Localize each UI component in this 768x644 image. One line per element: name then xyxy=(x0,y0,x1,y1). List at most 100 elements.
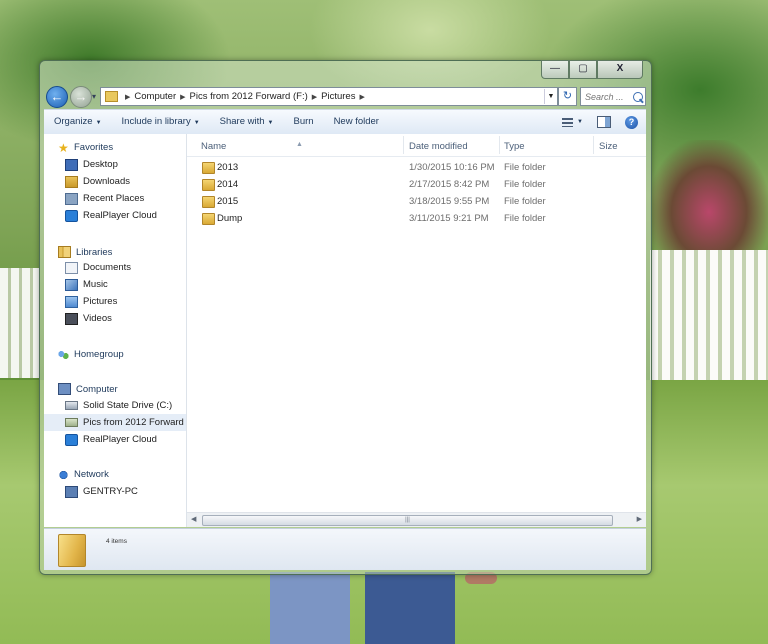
nav-network[interactable]: Network xyxy=(58,469,109,480)
horizontal-scrollbar[interactable]: ◀ ||| ▶ xyxy=(187,512,646,527)
nav-network-label: Network xyxy=(74,469,109,480)
nav-item-gentry-pc[interactable]: GENTRY-PC xyxy=(44,483,186,500)
person-jeans xyxy=(365,572,455,644)
column-divider[interactable] xyxy=(403,136,404,154)
forward-button[interactable]: → xyxy=(70,86,92,108)
nav-item-label: GENTRY-PC xyxy=(83,486,138,497)
file-date: 2/17/2015 8:42 PM xyxy=(409,179,490,190)
breadcrumb-computer[interactable]: Computer xyxy=(134,91,176,102)
nav-item-label: RealPlayer Cloud xyxy=(83,210,157,221)
explorer-window: — ▢ X ← → ▾ ▶ Computer ▶ Pics from 2012 … xyxy=(39,60,652,575)
explorer-body: ★ Favorites Desktop Downloads Recent Plac… xyxy=(44,134,646,527)
scrollbar-thumb[interactable]: ||| xyxy=(202,515,613,526)
folder-icon xyxy=(202,196,215,208)
maximize-button[interactable]: ▢ xyxy=(569,60,597,79)
nav-computer-label: Computer xyxy=(76,383,118,395)
person-shirt xyxy=(270,572,350,644)
removable-drive-icon xyxy=(65,418,78,427)
nav-favorites[interactable]: ★ Favorites xyxy=(58,142,114,154)
scroll-right-icon[interactable]: ▶ xyxy=(637,515,642,523)
refresh-button[interactable]: ↻ xyxy=(558,87,577,106)
minimize-button[interactable]: — xyxy=(541,60,569,79)
documents-icon xyxy=(65,261,78,274)
column-date-modified[interactable]: Date modified xyxy=(409,141,468,152)
chevron-right-icon[interactable]: ▶ xyxy=(312,93,317,101)
realplayer-cloud-icon xyxy=(65,209,78,222)
column-name[interactable]: Name xyxy=(201,141,226,152)
column-size[interactable]: Size xyxy=(599,141,617,152)
preview-pane-icon[interactable] xyxy=(597,116,611,128)
recent-places-icon xyxy=(65,192,78,205)
nav-item-label: Downloads xyxy=(83,176,130,187)
table-row[interactable]: 2014 2/17/2015 8:42 PM File folder xyxy=(187,176,646,193)
nav-item-label: Documents xyxy=(83,262,132,273)
network-icon xyxy=(58,469,69,480)
breadcrumb-pictures[interactable]: Pictures xyxy=(321,91,355,102)
realplayer-cloud-icon xyxy=(65,433,78,446)
file-date: 1/30/2015 10:16 PM xyxy=(409,162,495,173)
chevron-down-icon[interactable]: ▼ xyxy=(577,119,583,125)
chevron-right-icon[interactable]: ▶ xyxy=(180,93,185,101)
table-row[interactable]: Dump 3/11/2015 9:21 PM File folder xyxy=(187,210,646,227)
address-bar[interactable]: ▶ Computer ▶ Pics from 2012 Forward (F:)… xyxy=(100,87,558,106)
navigation-bar: ← → ▾ ▶ Computer ▶ Pics from 2012 Forwar… xyxy=(44,84,646,108)
nav-libraries[interactable]: Libraries xyxy=(58,246,112,258)
include-label: Include in library xyxy=(121,116,191,127)
close-button[interactable]: X xyxy=(597,60,643,79)
burn-button[interactable]: Burn xyxy=(283,110,323,134)
scroll-left-icon[interactable]: ◀ xyxy=(191,515,196,523)
window-controls: — ▢ X xyxy=(541,60,643,79)
nav-item-desktop[interactable]: Desktop xyxy=(44,156,186,173)
nav-homegroup[interactable]: Homegroup xyxy=(58,349,124,360)
column-type[interactable]: Type xyxy=(504,141,525,152)
nav-item-label: RealPlayer Cloud xyxy=(83,434,157,445)
pictures-icon xyxy=(65,295,78,308)
chevron-down-icon: ▼ xyxy=(267,120,274,126)
table-row[interactable]: 2013 1/30/2015 10:16 PM File folder xyxy=(187,159,646,176)
nav-item-pics-drive[interactable]: Pics from 2012 Forward ( xyxy=(44,414,186,431)
breadcrumb-drive[interactable]: Pics from 2012 Forward (F:) xyxy=(190,91,308,102)
help-icon[interactable]: ? xyxy=(625,115,638,129)
new-folder-button[interactable]: New folder xyxy=(324,110,389,134)
search-icon[interactable] xyxy=(633,91,643,102)
organize-label: Organize xyxy=(54,116,93,127)
search-box[interactable] xyxy=(580,87,646,106)
column-headers: ▲ Name Date modified Type Size xyxy=(187,134,646,157)
computer-icon xyxy=(65,485,78,498)
nav-item-solid-state-drive[interactable]: Solid State Drive (C:) xyxy=(44,397,186,414)
nav-item-videos[interactable]: Videos xyxy=(44,310,186,327)
nav-item-music[interactable]: Music xyxy=(44,276,186,293)
homegroup-icon xyxy=(58,349,69,360)
nav-favorites-label: Favorites xyxy=(74,142,114,153)
folder-icon xyxy=(202,213,215,225)
file-name: 2013 xyxy=(217,162,239,173)
include-in-library-button[interactable]: Include in library ▼ xyxy=(112,110,210,134)
nav-item-documents[interactable]: Documents xyxy=(44,259,186,276)
folder-icon xyxy=(105,91,118,102)
file-type: File folder xyxy=(504,196,546,207)
column-divider[interactable] xyxy=(499,136,500,154)
table-row[interactable]: 2015 3/18/2015 9:55 PM File folder xyxy=(187,193,646,210)
view-controls: ▼ ? xyxy=(562,115,646,129)
nav-item-downloads[interactable]: Downloads xyxy=(44,173,186,190)
share-with-button[interactable]: Share with ▼ xyxy=(210,110,284,134)
background-fence-right xyxy=(650,250,768,380)
nav-item-pictures[interactable]: Pictures xyxy=(44,293,186,310)
music-icon xyxy=(65,278,78,291)
nav-computer[interactable]: Computer xyxy=(58,383,118,395)
recent-pages-button[interactable]: ▾ xyxy=(92,92,96,101)
chevron-right-icon[interactable]: ▶ xyxy=(125,93,130,101)
organize-button[interactable]: Organize ▼ xyxy=(44,110,112,134)
back-button[interactable]: ← xyxy=(46,86,68,108)
nav-item-recent-places[interactable]: Recent Places xyxy=(44,190,186,207)
chevron-right-icon[interactable]: ▶ xyxy=(359,93,364,101)
column-divider[interactable] xyxy=(593,136,594,154)
navigation-pane: ★ Favorites Desktop Downloads Recent Plac… xyxy=(44,134,187,527)
address-dropdown[interactable]: ▼ xyxy=(544,89,557,104)
change-view-icon[interactable] xyxy=(562,117,574,127)
file-name: 2015 xyxy=(217,196,239,207)
search-input[interactable] xyxy=(581,91,631,102)
file-type: File folder xyxy=(504,213,546,224)
nav-item-realplayer-cloud[interactable]: RealPlayer Cloud xyxy=(44,207,186,224)
nav-item-realplayer-cloud-computer[interactable]: RealPlayer Cloud xyxy=(44,431,186,448)
